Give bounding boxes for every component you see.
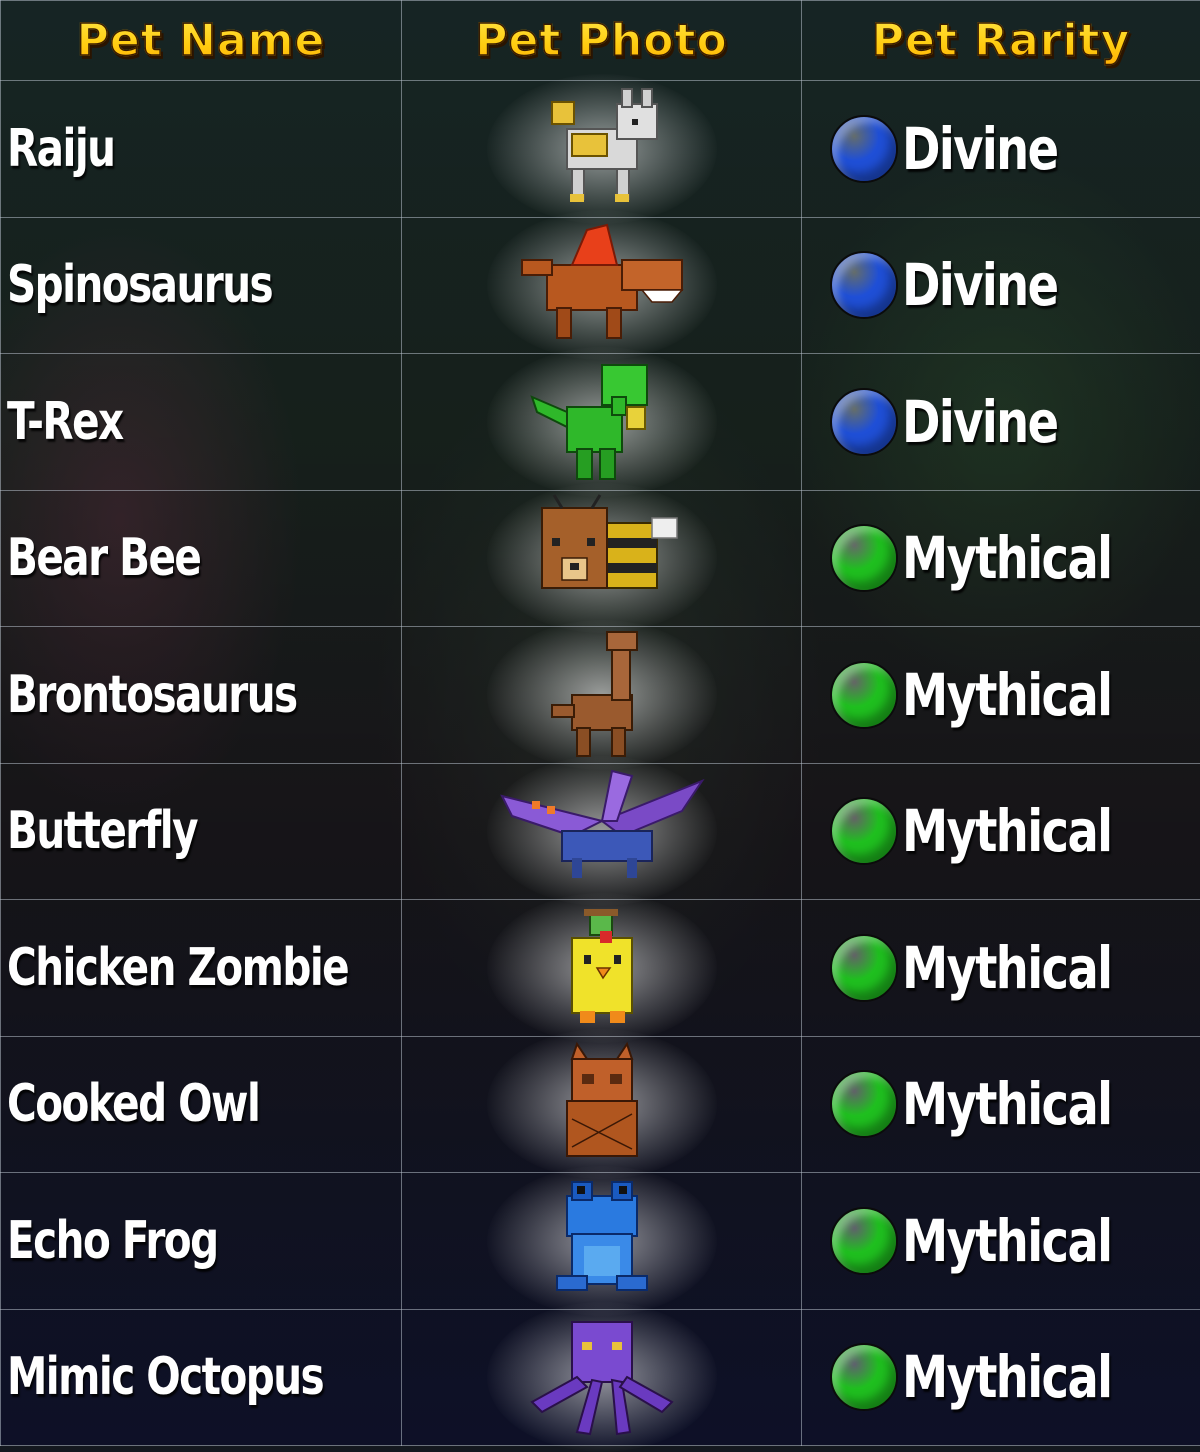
pet-name-cell: Brontosaurus (1, 627, 402, 764)
bear-bee-icon (492, 493, 712, 623)
rarity-label: Mythical (902, 934, 1111, 1002)
table-row: Mimic Octopus Mythical (1, 1309, 1200, 1446)
pet-photo-cell (402, 900, 802, 1037)
table-row: Bear Bee Mythical (1, 490, 1200, 627)
pet-photo-cell (402, 1309, 802, 1446)
pet-photo-cell (402, 763, 802, 900)
divine-dot-icon (830, 251, 898, 319)
pet-photo-cell (402, 81, 802, 218)
table-row: T-Rex Divine (1, 354, 1200, 491)
rarity-label: Mythical (902, 797, 1111, 865)
pet-name-cell: Chicken Zombie (1, 900, 402, 1037)
pet-name-cell: Cooked Owl (1, 1036, 402, 1173)
brontosaurus-icon (492, 630, 712, 760)
mythical-dot-icon (830, 1070, 898, 1138)
mythical-dot-icon (830, 524, 898, 592)
pet-rarity-cell: Mythical (802, 627, 1200, 764)
header-pet-photo: Pet Photo (402, 1, 802, 81)
table-row: Cooked Owl Mythical (1, 1036, 1200, 1173)
pet-photo-cell (402, 627, 802, 764)
table-row: Butterfly Mythical (1, 763, 1200, 900)
pet-table: Pet Name Pet Photo Pet Rarity Raiju Divi… (0, 0, 1200, 1446)
header-row: Pet Name Pet Photo Pet Rarity (1, 1, 1200, 81)
table-row: Brontosaurus Mythical (1, 627, 1200, 764)
mimic-octopus-icon (492, 1312, 712, 1442)
pet-rarity-cell: Mythical (802, 763, 1200, 900)
rarity-label: Mythical (902, 661, 1111, 729)
table-row: Chicken Zombie Mythical (1, 900, 1200, 1037)
pet-name-cell: Spinosaurus (1, 217, 402, 354)
table-row: Raiju Divine (1, 81, 1200, 218)
pet-name: Bear Bee (7, 528, 200, 588)
mythical-dot-icon (830, 661, 898, 729)
rarity-label: Divine (902, 115, 1057, 183)
pet-name: Spinosaurus (7, 255, 272, 315)
rarity-label: Divine (902, 251, 1057, 319)
pet-name: Mimic Octopus (7, 1347, 323, 1407)
pet-name: Raiju (7, 119, 114, 179)
chicken-zombie-icon (492, 903, 712, 1033)
pet-rarity-cell: Mythical (802, 1309, 1200, 1446)
butterfly-icon (492, 766, 712, 896)
header-pet-name: Pet Name (1, 1, 402, 81)
pet-name-cell: Echo Frog (1, 1173, 402, 1310)
spinosaurus-icon (492, 220, 712, 350)
pet-name-cell: Mimic Octopus (1, 1309, 402, 1446)
pet-name: Cooked Owl (7, 1074, 259, 1134)
cooked-owl-icon (492, 1039, 712, 1169)
pet-name: Brontosaurus (7, 665, 297, 725)
pet-name-cell: T-Rex (1, 354, 402, 491)
pet-rarity-cell: Divine (802, 217, 1200, 354)
pet-name-cell: Butterfly (1, 763, 402, 900)
table-row: Spinosaurus Divine (1, 217, 1200, 354)
pet-rarity-cell: Divine (802, 354, 1200, 491)
rarity-label: Divine (902, 388, 1057, 456)
rarity-label: Mythical (902, 1207, 1111, 1275)
pet-name: T-Rex (7, 392, 123, 452)
pet-rarity-cell: Mythical (802, 1036, 1200, 1173)
rarity-label: Mythical (902, 1070, 1111, 1138)
pet-photo-cell (402, 354, 802, 491)
divine-dot-icon (830, 115, 898, 183)
divine-dot-icon (830, 388, 898, 456)
pet-photo-cell (402, 1173, 802, 1310)
pet-photo-cell (402, 1036, 802, 1173)
pet-rarity-cell: Mythical (802, 900, 1200, 1037)
pet-name: Chicken Zombie (7, 938, 348, 998)
pet-rarity-cell: Mythical (802, 1173, 1200, 1310)
table-row: Echo Frog Mythical (1, 1173, 1200, 1310)
header-pet-rarity: Pet Rarity (802, 1, 1200, 81)
echo-frog-icon (492, 1176, 712, 1306)
t-rex-icon (492, 357, 712, 487)
mythical-dot-icon (830, 1207, 898, 1275)
mythical-dot-icon (830, 934, 898, 1002)
pet-name-cell: Bear Bee (1, 490, 402, 627)
pet-photo-cell (402, 490, 802, 627)
raiju-icon (492, 84, 712, 214)
pet-photo-cell (402, 217, 802, 354)
pet-name: Butterfly (7, 801, 197, 861)
rarity-label: Mythical (902, 1343, 1111, 1411)
rarity-label: Mythical (902, 524, 1111, 592)
pet-name: Echo Frog (7, 1211, 218, 1271)
pet-rarity-cell: Divine (802, 81, 1200, 218)
mythical-dot-icon (830, 1343, 898, 1411)
mythical-dot-icon (830, 797, 898, 865)
pet-rarity-cell: Mythical (802, 490, 1200, 627)
pet-name-cell: Raiju (1, 81, 402, 218)
